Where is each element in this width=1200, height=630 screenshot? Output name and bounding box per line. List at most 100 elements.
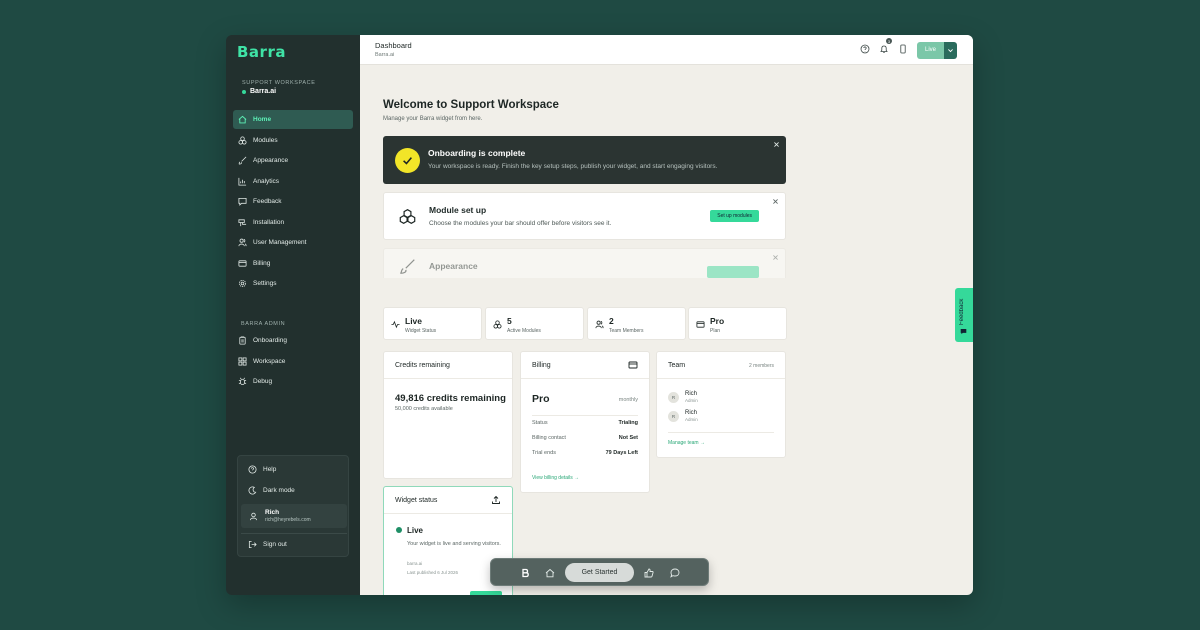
- widget-action-button[interactable]: [470, 591, 502, 595]
- member-role: Admin: [685, 417, 698, 422]
- credits-title: Credits remaining: [395, 362, 450, 369]
- sidebar-item-label: Feedback: [253, 198, 282, 205]
- view-billing-link[interactable]: View billing details →: [532, 475, 579, 481]
- billing-row-label: Billing contact: [532, 435, 566, 441]
- stat-label: Team Members: [609, 328, 644, 334]
- module-setup-text: Choose the modules your bar should offer…: [429, 220, 612, 227]
- pulse-icon: [391, 320, 400, 329]
- sidebar-item-feedback[interactable]: Feedback: [233, 192, 353, 211]
- barra-logo-icon[interactable]: [520, 568, 530, 578]
- mobile-preview-icon[interactable]: [898, 41, 908, 59]
- brush-icon: [400, 259, 415, 274]
- sidebar-item-debug[interactable]: Debug: [233, 372, 353, 391]
- live-status-dot: [396, 527, 402, 533]
- workspace-switcher[interactable]: Barra.ai: [242, 88, 276, 95]
- team-count: 2 members: [748, 363, 774, 369]
- dark-mode-toggle[interactable]: Dark mode: [248, 486, 295, 495]
- chat-icon: [960, 329, 967, 335]
- panel-header: Credits remaining: [384, 352, 512, 379]
- sidebar-item-label: Workspace: [253, 357, 286, 365]
- card-icon: [628, 361, 638, 369]
- close-icon[interactable]: [772, 198, 779, 205]
- modules-icon: [493, 320, 502, 329]
- app-window: Barra SUPPORT WORKSPACE Barra.ai Home Mo…: [226, 35, 973, 595]
- welcome-title: Welcome to Support Workspace: [383, 99, 559, 111]
- billing-row: Trial ends 79 Days Left: [532, 450, 638, 456]
- chevron-down-icon[interactable]: [944, 41, 957, 59]
- current-user[interactable]: Rich rich@heyrebels.com: [241, 504, 347, 528]
- widget-live-status: Live: [407, 526, 424, 535]
- sign-out-button[interactable]: Sign out: [248, 540, 287, 549]
- help-label: Help: [263, 466, 277, 473]
- gear-icon: [238, 279, 247, 288]
- help-icon[interactable]: [860, 41, 870, 59]
- sidebar-item-onboarding[interactable]: Onboarding: [233, 331, 353, 350]
- module-setup-banner: Module set up Choose the modules your ba…: [383, 192, 786, 240]
- sidebar-item-user-management[interactable]: User Management: [233, 233, 353, 252]
- sidebar-item-appearance[interactable]: Appearance: [233, 151, 353, 170]
- member-name: Rich: [685, 391, 698, 397]
- help-button[interactable]: Help: [248, 465, 276, 474]
- stat-plan: Pro Plan: [688, 307, 787, 340]
- home-icon[interactable]: [545, 568, 555, 578]
- sidebar-item-settings[interactable]: Settings: [233, 274, 353, 293]
- notifications-button[interactable]: 3: [879, 38, 892, 59]
- admin-nav: Onboarding Workspace Debug: [233, 331, 353, 393]
- billing-row-value: Trialing: [618, 420, 638, 426]
- sidebar-item-home[interactable]: Home: [233, 110, 353, 129]
- install-icon: [238, 218, 247, 227]
- sidebar-item-label: Debug: [253, 378, 273, 385]
- user-email: rich@heyrebels.com: [265, 517, 311, 523]
- set-up-appearance-button[interactable]: [707, 266, 759, 278]
- close-icon[interactable]: [772, 254, 779, 261]
- onboarding-title: Onboarding is complete: [428, 148, 526, 158]
- feedback-tab[interactable]: Feedback: [955, 288, 973, 342]
- stat-label: Widget Status: [405, 328, 437, 334]
- bug-icon: [238, 377, 247, 386]
- barra-dock: Get Started: [490, 558, 709, 586]
- billing-row: Status Trialing: [532, 420, 638, 426]
- get-started-button[interactable]: Get Started: [565, 563, 634, 582]
- billing-row-label: Status: [532, 420, 548, 426]
- stat-value: 5: [507, 316, 512, 326]
- billing-title: Billing: [532, 362, 551, 369]
- live-publish-button[interactable]: Live: [916, 41, 957, 59]
- chat-bubble-icon[interactable]: [670, 568, 680, 578]
- panel-header: Billing: [521, 352, 649, 379]
- sidebar-item-installation[interactable]: Installation: [233, 213, 353, 232]
- appearance-title: Appearance: [429, 261, 478, 271]
- modules-icon: [399, 209, 416, 224]
- divider: [668, 432, 774, 433]
- sidebar-item-modules[interactable]: Modules: [233, 131, 353, 150]
- team-panel: Team 2 members R Rich Admin R Rich Admin…: [656, 351, 786, 458]
- grid-icon: [238, 356, 247, 366]
- appearance-banner: Appearance: [383, 248, 786, 278]
- sidebar-item-label: Billing: [253, 259, 271, 267]
- onboarding-banner: Onboarding is complete Your workspace is…: [383, 136, 786, 184]
- manage-team-link[interactable]: Manage team →: [668, 440, 705, 446]
- close-icon[interactable]: [773, 141, 780, 148]
- bell-icon: [880, 45, 888, 53]
- set-up-modules-button[interactable]: Set up modules: [710, 210, 759, 222]
- divider: [532, 415, 638, 416]
- sidebar-item-analytics[interactable]: Analytics: [233, 172, 353, 191]
- topbar-actions: 3 Live: [860, 38, 957, 59]
- dark-mode-label: Dark mode: [263, 487, 295, 494]
- avatar: R: [668, 410, 679, 422]
- sidebar-item-billing[interactable]: Billing: [233, 254, 353, 273]
- credits-available: 50,000 credits available: [395, 406, 453, 412]
- card-icon: [238, 259, 247, 268]
- stat-value: Pro: [710, 316, 725, 326]
- billing-row-value: 79 Days Left: [605, 450, 638, 456]
- module-setup-title: Module set up: [429, 205, 487, 215]
- sidebar-item-workspace[interactable]: Workspace: [233, 352, 353, 371]
- team-member: R Rich Admin: [668, 391, 698, 403]
- sign-out-icon: [248, 540, 257, 549]
- workspace-status-dot: [242, 89, 246, 94]
- card-icon: [696, 321, 705, 328]
- thumbs-up-icon[interactable]: [644, 568, 654, 578]
- brush-icon: [238, 156, 247, 165]
- sidebar-item-label: User Management: [253, 239, 307, 246]
- upload-icon[interactable]: [491, 495, 501, 505]
- widget-status-title: Widget status: [395, 497, 438, 504]
